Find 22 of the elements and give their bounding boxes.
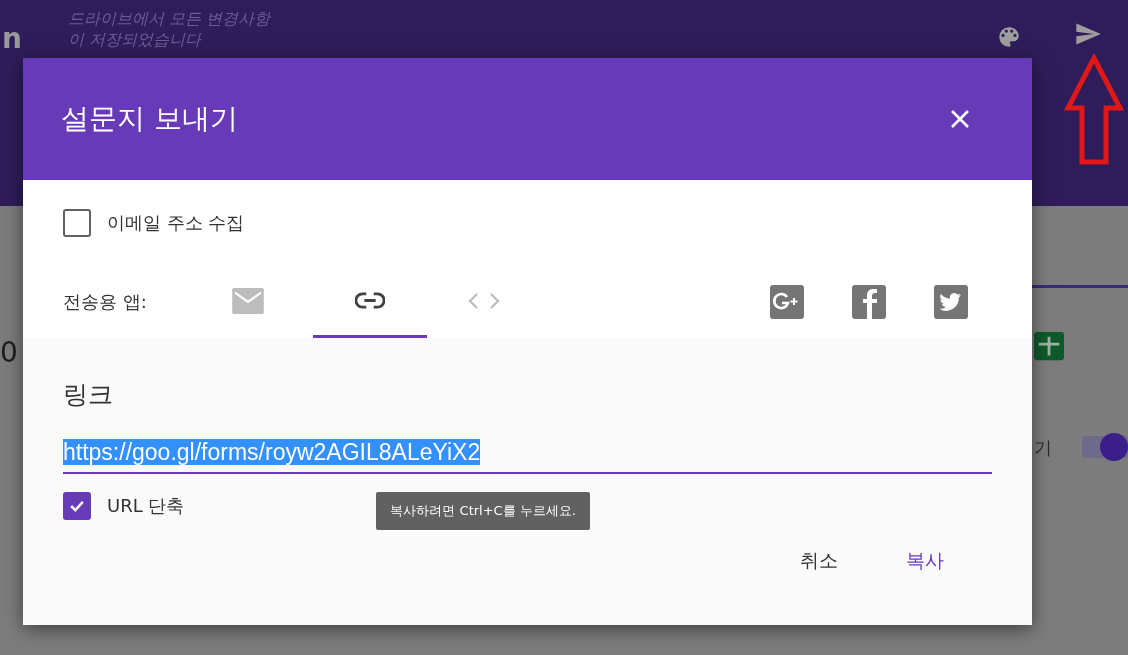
add-sheet-icon[interactable] xyxy=(1033,332,1065,362)
link-icon xyxy=(355,292,385,309)
app-title: n xyxy=(2,22,22,55)
google-plus-icon[interactable] xyxy=(770,285,804,319)
copy-button[interactable]: 복사 xyxy=(894,540,956,582)
twitter-icon[interactable] xyxy=(934,285,968,319)
checkbox-label: 이메일 주소 수집 xyxy=(107,211,245,235)
side-number: 0 xyxy=(0,336,18,369)
facebook-icon[interactable] xyxy=(852,285,886,319)
section-heading: 링크 xyxy=(63,379,114,411)
save-status: 드라이브에서 모든 변경사항 이 저장되었습니다 xyxy=(68,8,271,50)
palette-icon[interactable] xyxy=(996,24,1022,50)
mail-icon xyxy=(231,287,265,314)
cancel-button[interactable]: 취소 xyxy=(788,540,850,582)
tooltip: 복사하려면 Ctrl+C를 누르세요. xyxy=(376,492,590,530)
dialog-title: 설문지 보내기 xyxy=(61,101,238,137)
checkbox[interactable] xyxy=(63,209,91,237)
checkbox-label: URL 단축 xyxy=(107,494,185,518)
code-icon xyxy=(468,291,500,310)
send-via-label: 전송용 앱: xyxy=(63,290,148,314)
checkbox[interactable] xyxy=(63,492,91,520)
side-label: 기 xyxy=(1034,436,1052,460)
